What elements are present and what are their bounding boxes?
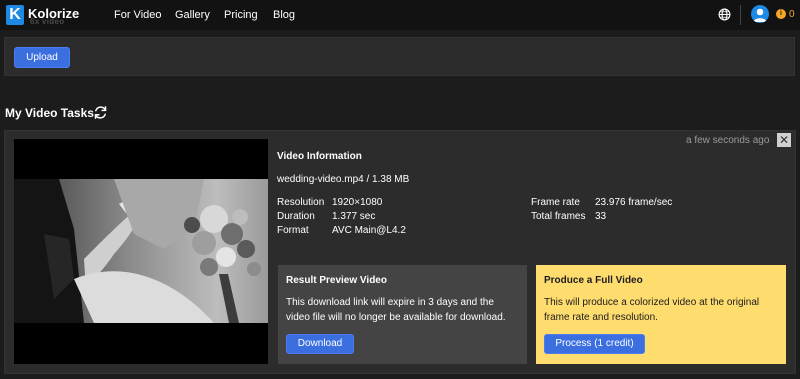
format-label: Format [277, 225, 309, 236]
credit-count: 0 [789, 9, 795, 20]
video-info-title: Video Information [277, 151, 362, 162]
globe-icon[interactable] [718, 8, 731, 21]
process-button[interactable]: Process (1 credit) [544, 334, 645, 354]
upload-panel: Upload [4, 37, 795, 76]
full-video-text-line1: This will produce a colorized video at t… [544, 297, 760, 308]
nav-pricing[interactable]: Pricing [224, 9, 258, 21]
nav-divider [740, 5, 741, 25]
upload-button[interactable]: Upload [14, 47, 70, 68]
full-video-title: Produce a Full Video [544, 275, 643, 286]
full-video-text-line2: frame rate and resolution. [544, 312, 658, 323]
video-filename: wedding-video.mp4 / 1.38 MB [277, 174, 410, 185]
user-avatar-icon[interactable] [751, 5, 769, 23]
brand-subtitle: 6x video [30, 17, 65, 26]
nav-for-video[interactable]: For Video [114, 9, 162, 21]
preview-text-line1: This download link will expire in 3 days… [286, 297, 494, 308]
preview-text-line2: video file will no longer be available f… [286, 312, 506, 323]
duration-label: Duration [277, 211, 315, 222]
total-frames-label: Total frames [531, 211, 586, 222]
coin-icon: i [776, 9, 786, 19]
frame-rate-value: 23.976 frame/sec [595, 197, 673, 208]
duration-value: 1.377 sec [332, 211, 376, 222]
video-thumbnail[interactable] [14, 139, 268, 364]
top-navbar: K Kolorize 6x video For Video Gallery Pr… [0, 0, 800, 30]
section-title: My Video Tasks [5, 106, 94, 120]
nav-blog[interactable]: Blog [273, 9, 295, 21]
resolution-value: 1920×1080 [332, 197, 383, 208]
full-video-box: Produce a Full Video This will produce a… [536, 265, 786, 364]
nav-gallery[interactable]: Gallery [175, 9, 210, 21]
format-value: AVC Main@L4.2 [332, 225, 406, 236]
total-frames-value: 33 [595, 211, 607, 222]
task-timestamp: a few seconds ago [686, 135, 770, 146]
resolution-label: Resolution [277, 197, 325, 208]
kolorize-logo[interactable]: K [6, 5, 24, 25]
close-icon[interactable]: ✕ [777, 133, 791, 147]
refresh-icon[interactable] [93, 105, 108, 120]
preview-title: Result Preview Video [286, 275, 387, 286]
frame-rate-label: Frame rate [531, 197, 580, 208]
result-preview-box: Result Preview Video This download link … [278, 265, 527, 364]
download-button[interactable]: Download [286, 334, 354, 354]
